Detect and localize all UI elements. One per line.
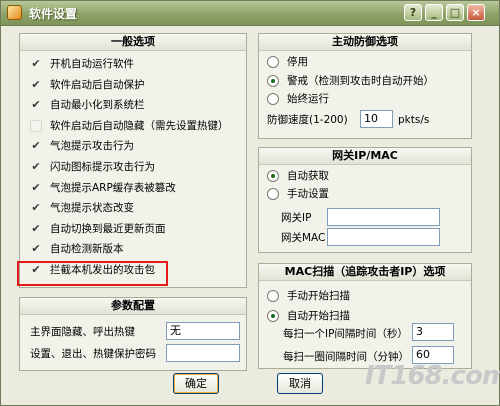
checkmark-icon[interactable]: ✔ xyxy=(30,222,42,235)
maximize-button[interactable]: □ xyxy=(446,4,464,21)
radio-icon[interactable] xyxy=(267,290,279,302)
general-option-label: 自动切换到最近更新页面 xyxy=(50,222,166,235)
checkmark-icon[interactable]: ✔ xyxy=(30,78,42,91)
radio-icon[interactable] xyxy=(267,56,279,68)
checkmark-icon[interactable]: ✔ xyxy=(30,181,42,194)
radio-icon[interactable] xyxy=(267,74,279,87)
defense-radio-label: 始终运行 xyxy=(287,93,329,105)
defense-speed-unit: pkts/s xyxy=(398,114,430,126)
checkbox-icon[interactable] xyxy=(30,119,42,132)
gateway-radio-label: 自动获取 xyxy=(287,170,329,182)
gateway-group: 网关IP/MAC 自动获取手动设置 网关IP 网关MAC xyxy=(258,147,472,253)
hotkey-label: 主界面隐藏、呼出热键 xyxy=(30,326,135,338)
general-option-label: 气泡提示ARP缓存表被篡改 xyxy=(50,181,176,194)
defense-speed-input[interactable]: 10 xyxy=(360,110,393,128)
minimize-button[interactable]: _ xyxy=(425,4,443,21)
radio-icon[interactable] xyxy=(267,188,279,200)
general-options-header: 一般选项 xyxy=(20,34,246,51)
checkmark-icon[interactable]: ✔ xyxy=(30,161,42,173)
macscan-radio-label: 自动开始扫描 xyxy=(287,310,350,322)
gateway-ip-input[interactable] xyxy=(327,208,440,226)
title-bar[interactable]: 软件设置 ? _ □ × xyxy=(1,1,499,26)
cancel-button[interactable]: 取消 xyxy=(277,373,323,394)
gateway-mac-input[interactable] xyxy=(327,228,440,246)
password-input[interactable] xyxy=(166,344,240,362)
radio-icon[interactable] xyxy=(267,310,279,322)
highlight-box xyxy=(17,261,168,286)
general-option-label: 气泡提示状态改变 xyxy=(50,202,134,215)
close-button[interactable]: × xyxy=(467,4,485,21)
window-title: 软件设置 xyxy=(29,7,78,21)
macscan-group: MAC扫描（追踪攻击者IP）选项 手动开始扫描 自动开始扫描 每扫一个IP间隔时间… xyxy=(258,263,472,369)
ip-interval-input[interactable]: 3 xyxy=(412,323,454,341)
defense-header: 主动防御选项 xyxy=(259,34,471,51)
defense-speed-label: 防御速度(1-200) xyxy=(267,114,348,126)
macscan-radio-label: 手动开始扫描 xyxy=(287,290,350,302)
checkmark-icon[interactable]: ✔ xyxy=(30,243,42,255)
general-option-label: 开机自动运行软件 xyxy=(50,58,134,70)
gateway-mac-label: 网关MAC xyxy=(281,232,326,244)
ok-button[interactable]: 确定 xyxy=(173,373,219,394)
params-header: 参数配置 xyxy=(20,298,246,315)
checkmark-icon[interactable]: ✔ xyxy=(30,140,42,152)
hotkey-input[interactable]: 无 xyxy=(166,322,240,340)
general-option-label: 气泡提示攻击行为 xyxy=(50,140,134,153)
radio-icon[interactable] xyxy=(267,93,279,105)
radio-icon[interactable] xyxy=(267,170,279,182)
app-icon xyxy=(7,5,22,20)
macscan-header: MAC扫描（追踪攻击者IP）选项 xyxy=(259,264,471,281)
defense-radio-label: 警戒（检测到攻击时自动开始） xyxy=(287,74,434,87)
gateway-ip-label: 网关IP xyxy=(281,212,312,224)
general-option-label: 自动检测新版本 xyxy=(50,243,124,256)
gateway-radio-label: 手动设置 xyxy=(287,188,329,200)
general-options-group: 一般选项 ✔ 开机自动运行软件 ✔ 软件启动后自动保护 ✔ 自动最小化到系统栏软件启动后自… xyxy=(19,33,247,288)
general-option-label: 自动最小化到系统栏 xyxy=(50,99,145,112)
settings-dialog: 软件设置 ? _ □ × 一般选项 ✔ 开机自动运行软件 ✔ 软件启动后自动保护 ✔ 自动… xyxy=(0,0,500,406)
general-option-label: 闪动图标提示攻击行为 xyxy=(50,161,155,173)
checkmark-icon[interactable]: ✔ xyxy=(30,58,42,70)
defense-radio-label: 停用 xyxy=(287,56,308,68)
defense-group: 主动防御选项 停用 警戒（检测到攻击时自动开始） 始终运行 防御速度(1-200) … xyxy=(258,33,472,139)
watermark: IT168.com xyxy=(365,361,500,391)
help-button[interactable]: ? xyxy=(404,4,422,21)
checkmark-icon[interactable]: ✔ xyxy=(30,99,42,111)
ip-interval-label: 每扫一个IP间隔时间（秒） xyxy=(283,328,408,340)
checkmark-icon[interactable]: ✔ xyxy=(30,202,42,214)
general-option-label: 软件启动后自动保护 xyxy=(50,78,145,91)
general-option-label: 软件启动后自动隐藏（需先设置热键） xyxy=(50,119,229,132)
params-group: 参数配置 主界面隐藏、呼出热键 无 设置、退出、热键保护密码 xyxy=(19,297,247,371)
gateway-header: 网关IP/MAC xyxy=(259,148,471,165)
password-label: 设置、退出、热键保护密码 xyxy=(30,348,156,360)
